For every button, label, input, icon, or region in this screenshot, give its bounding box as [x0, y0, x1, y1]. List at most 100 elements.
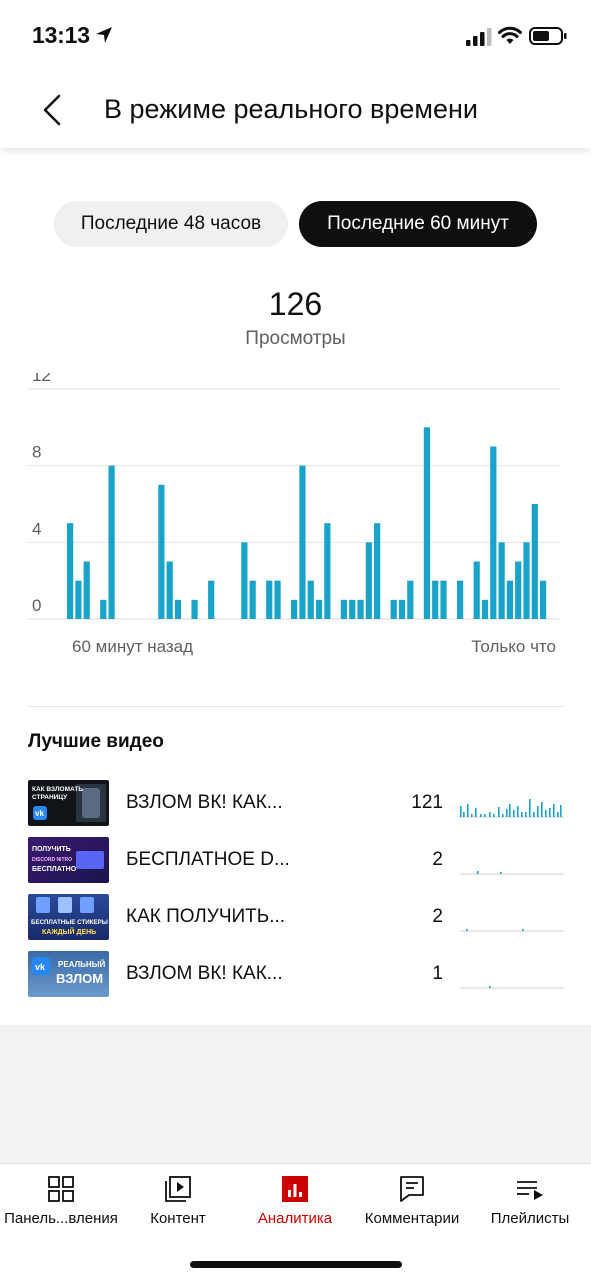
nav-item-playlists[interactable]: Плейлисты [474, 1164, 586, 1234]
video-views: 121 [411, 792, 443, 813]
thumbnail-caption: РЕАЛЬНЫЙ [58, 960, 106, 969]
video-thumbnail: ПОЛУЧИТЬ DISCORD NITRO БЕСПЛАТНО [28, 837, 109, 883]
cellular-signal-icon [466, 28, 492, 46]
chart-bar [291, 599, 298, 619]
video-title: ВЗЛОМ ВК! КАК... [126, 792, 283, 813]
video-thumbnail: БЕСПЛАТНЫЕ СТИКЕРЫ КАЖДЫЙ ДЕНЬ [28, 894, 109, 940]
chart-bar [398, 599, 406, 619]
chart-bar [174, 599, 182, 619]
chart-bar [423, 427, 431, 619]
chart-bar [307, 580, 314, 619]
video-title: КАК ПОЛУЧИТЬ... [126, 906, 286, 927]
chart-bar [249, 580, 256, 619]
chart-bar [531, 504, 538, 619]
battery-icon [529, 27, 567, 45]
back-arrow-icon [43, 94, 61, 126]
nav-item-content[interactable]: Контент [122, 1164, 234, 1234]
chart-bar [315, 599, 323, 619]
chart-y-tick-label: 12 [32, 373, 51, 385]
app-header: В режиме реального времени [0, 70, 591, 148]
nav-label: Комментарии [364, 1210, 460, 1227]
chart-bar [407, 580, 414, 619]
thumbnail-caption: КАЖДЫЙ ДЕНЬ [42, 927, 96, 936]
filter-chip-60-minutes[interactable]: Последние 60 минут [299, 201, 537, 247]
chart-bar [432, 580, 439, 619]
chart-bar [166, 561, 173, 619]
chart-bar [108, 465, 115, 619]
chart-bar [457, 580, 464, 619]
video-views: 2 [432, 849, 443, 870]
top-video-row[interactable]: ПОЛУЧИТЬ DISCORD NITRO БЕСПЛАТНО БЕСПЛАТ… [0, 837, 591, 887]
top-videos-title: Лучшие видео [28, 731, 164, 752]
top-video-row[interactable]: vk РЕАЛЬНЫЙ ВЗЛОМ ВЗЛОМ ВК! КАК... 1 [0, 951, 591, 1001]
status-bar: 13:13 [0, 0, 591, 70]
chart-bar [440, 580, 447, 619]
chart-y-tick-label: 8 [32, 443, 41, 462]
nav-label: Аналитика [257, 1210, 333, 1227]
chart-bar [324, 523, 331, 619]
thumbnail-caption: ПОЛУЧИТЬ [32, 846, 71, 853]
video-thumbnail: vk РЕАЛЬНЫЙ ВЗЛОМ [28, 951, 109, 997]
dashboard-icon [48, 1176, 74, 1202]
content-icon [165, 1176, 191, 1202]
video-title: ВЗЛОМ ВК! КАК... [126, 963, 283, 984]
chart-bar [490, 446, 497, 619]
video-sparkline [460, 871, 564, 875]
comments-icon [400, 1176, 424, 1202]
nav-label: Панель...вления [4, 1210, 118, 1227]
chart-bar [523, 542, 530, 619]
chart-bar [340, 599, 348, 619]
thumbnail-caption: ВЗЛОМ [56, 971, 103, 986]
chart-bar [515, 561, 522, 619]
chart-x-label-end: Только что [471, 637, 556, 656]
thumbnail-caption: БЕСПЛАТНЫЕ СТИКЕРЫ [31, 919, 108, 926]
svg-text:vk: vk [35, 809, 44, 818]
video-sparkline [458, 799, 564, 818]
chart-y-tick-label: 4 [32, 519, 41, 538]
svg-text:vk: vk [35, 962, 46, 972]
video-sparkline [460, 929, 564, 932]
video-sparkline [460, 986, 564, 989]
chart-bar [83, 561, 90, 619]
nav-label: Контент [150, 1210, 206, 1227]
chart-bar [100, 599, 107, 619]
video-views: 2 [432, 906, 443, 927]
chart-bar [208, 580, 215, 619]
chart-bar [349, 599, 356, 619]
nav-item-comments[interactable]: Комментарии [356, 1164, 468, 1234]
realtime-panel: Последние 48 часов Последние 60 минут 12… [0, 148, 591, 1025]
top-video-row[interactable]: КАК ВЗЛОМАТЬ СТРАНИЦУ vk ВЗЛОМ ВК! КАК..… [0, 780, 591, 830]
playlists-icon [517, 1181, 543, 1200]
location-arrow-icon [96, 27, 112, 43]
chart-bar [299, 465, 306, 619]
thumbnail-caption: БЕСПЛАТНО [32, 866, 77, 873]
chart-bar [266, 580, 273, 619]
thumbnail-caption: СТРАНИЦУ [32, 794, 68, 801]
chart-bar [473, 561, 480, 619]
views-label: Просмотры [245, 328, 346, 349]
back-button[interactable] [30, 88, 74, 132]
thumbnail-caption: КАК ВЗЛОМАТЬ [32, 786, 83, 793]
chart-bar [374, 523, 381, 619]
wifi-icon [498, 26, 522, 44]
nav-item-analytics[interactable]: Аналитика [240, 1164, 350, 1234]
chart-bar [390, 599, 397, 619]
chart-bar [540, 580, 547, 619]
nav-item-dashboard[interactable]: Панель...вления [0, 1164, 122, 1234]
filter-chip-48-hours[interactable]: Последние 48 часов [54, 201, 288, 247]
video-thumbnail: КАК ВЗЛОМАТЬ СТРАНИЦУ vk [28, 780, 109, 826]
chart-y-tick-label: 0 [32, 596, 41, 615]
home-indicator[interactable] [190, 1261, 402, 1268]
chart-bar [75, 580, 82, 619]
chart-bar [481, 599, 489, 619]
chart-bar [365, 542, 372, 619]
nav-label: Плейлисты [490, 1210, 570, 1227]
chart-bar [506, 580, 514, 619]
views-total: 126 [268, 286, 323, 322]
empty-area [0, 1025, 591, 1163]
chart-bar [357, 599, 364, 619]
section-divider [28, 706, 563, 707]
chart-bar [191, 599, 198, 619]
top-video-row[interactable]: БЕСПЛАТНЫЕ СТИКЕРЫ КАЖДЫЙ ДЕНЬ КАК ПОЛУЧ… [0, 894, 591, 944]
chart-bar [498, 542, 505, 619]
